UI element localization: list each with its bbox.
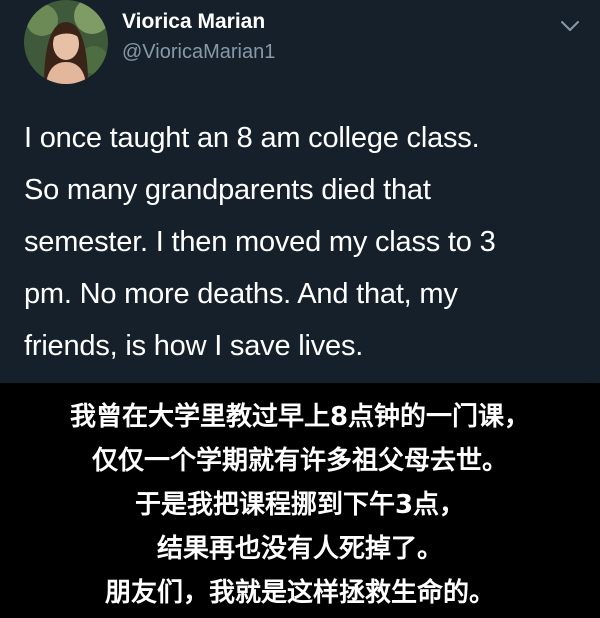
caption-line: 结果再也没有人死掉了。 <box>156 534 443 564</box>
profile-photo-avatar-icon <box>24 0 108 84</box>
caption-line: 我曾在大学里教过早上8点钟的一门课， <box>69 402 531 432</box>
tweet-text-line: pm. No more deaths. And that, my <box>24 278 458 310</box>
tweet-text-line: semester. I then moved my class to 3 <box>24 226 496 258</box>
chevron-down-icon[interactable] <box>558 18 582 34</box>
tweet-card: Viorica Marian @VioricaMarian1 I once ta… <box>0 0 600 383</box>
caption-line: 仅仅一个学期就有许多祖父母去世。 <box>91 446 508 476</box>
author-handle[interactable]: @VioricaMarian1 <box>122 41 275 64</box>
tweet-text-line: I once taught an 8 am college class. <box>24 122 480 154</box>
caption-line: 朋友们，我就是这样拯救生命的。 <box>104 578 495 608</box>
tweet-text: I once taught an 8 am college class. So … <box>24 112 584 372</box>
caption-line: 于是我把课程挪到下午3点， <box>134 490 466 520</box>
author-display-name[interactable]: Viorica Marian <box>122 10 265 34</box>
avatar[interactable] <box>24 0 108 84</box>
translation-caption: 我曾在大学里教过早上8点钟的一门课， 仅仅一个学期就有许多祖父母去世。 于是我把… <box>0 383 600 618</box>
tweet-text-line: So many grandparents died that <box>24 174 431 206</box>
tweet-text-line: friends, is how I save lives. <box>24 330 364 362</box>
